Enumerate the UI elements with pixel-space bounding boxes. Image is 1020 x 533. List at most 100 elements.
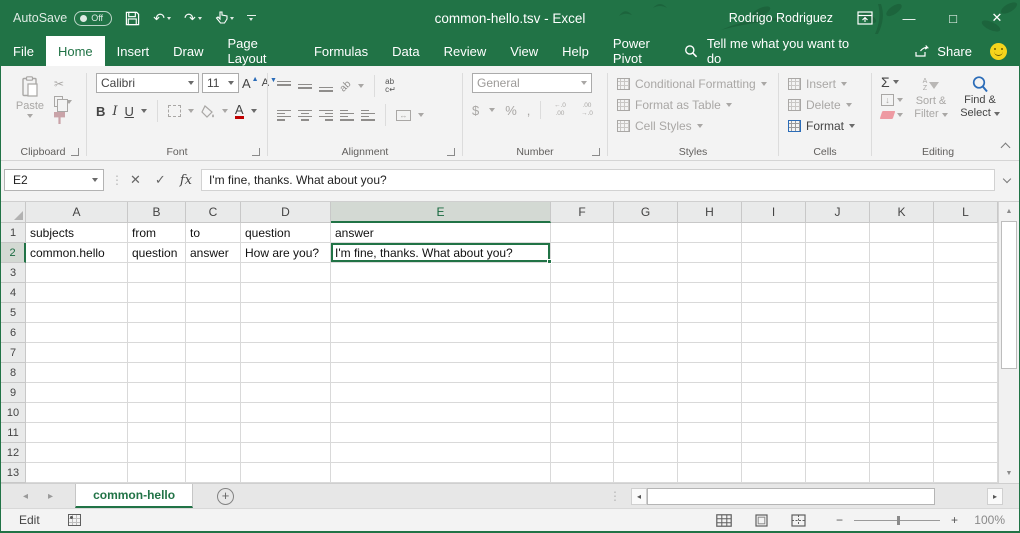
sort-filter-button[interactable]: AZ Sort & Filter: [910, 75, 952, 143]
cell-A11[interactable]: [26, 423, 128, 443]
cell-J5[interactable]: [806, 303, 870, 323]
cell-D4[interactable]: [241, 283, 331, 303]
tab-help[interactable]: Help: [550, 36, 601, 66]
cell-K7[interactable]: [870, 343, 934, 363]
fill-color-dropdown-icon[interactable]: [222, 109, 228, 113]
orientation-dropdown-icon[interactable]: [358, 84, 364, 88]
cell-G7[interactable]: [614, 343, 678, 363]
accounting-format-button[interactable]: $: [472, 103, 479, 118]
cell-L5[interactable]: [934, 303, 998, 323]
cell-F11[interactable]: [551, 423, 614, 443]
formula-input[interactable]: I'm fine, thanks. What about you?: [201, 169, 995, 191]
share-button[interactable]: Share: [914, 36, 972, 66]
borders-dropdown-icon[interactable]: [188, 109, 194, 113]
cell-styles-button[interactable]: Cell Styles: [617, 117, 767, 135]
paste-dropdown-icon[interactable]: [27, 114, 33, 118]
cell-C13[interactable]: [186, 463, 241, 483]
comma-style-button[interactable]: ,: [527, 103, 531, 118]
cell-E2[interactable]: I'm fine, thanks. What about you?: [331, 243, 551, 263]
ribbon-display-options-button[interactable]: [857, 11, 873, 25]
row-header-8[interactable]: 8: [1, 363, 26, 383]
cell-L10[interactable]: [934, 403, 998, 423]
cell-E9[interactable]: [331, 383, 551, 403]
autosave-toggle[interactable]: AutoSave Off: [13, 11, 112, 26]
cell-G4[interactable]: [614, 283, 678, 303]
increase-font-size-button[interactable]: A▲: [242, 76, 259, 91]
cell-L2[interactable]: [934, 243, 998, 263]
zoom-out-button[interactable]: −: [836, 513, 843, 527]
cell-I6[interactable]: [742, 323, 806, 343]
cell-K5[interactable]: [870, 303, 934, 323]
cell-F5[interactable]: [551, 303, 614, 323]
paste-button[interactable]: Paste: [9, 73, 51, 143]
col-header-I[interactable]: I: [742, 202, 806, 223]
cell-A7[interactable]: [26, 343, 128, 363]
cell-C6[interactable]: [186, 323, 241, 343]
page-break-preview-button-icon[interactable]: [791, 514, 806, 527]
cell-L13[interactable]: [934, 463, 998, 483]
cell-A6[interactable]: [26, 323, 128, 343]
clipboard-dialog-launcher[interactable]: [71, 148, 79, 156]
cell-D5[interactable]: [241, 303, 331, 323]
cell-L8[interactable]: [934, 363, 998, 383]
row-header-11[interactable]: 11: [1, 423, 26, 443]
collapse-ribbon-icon[interactable]: [1001, 143, 1011, 153]
row-header-3[interactable]: 3: [1, 263, 26, 283]
cell-I3[interactable]: [742, 263, 806, 283]
cell-D12[interactable]: [241, 443, 331, 463]
cell-L11[interactable]: [934, 423, 998, 443]
format-painter-button[interactable]: [54, 112, 72, 124]
cell-F2[interactable]: [551, 243, 614, 263]
cell-E13[interactable]: [331, 463, 551, 483]
cell-C11[interactable]: [186, 423, 241, 443]
italic-button[interactable]: I: [112, 104, 117, 119]
cell-H11[interactable]: [678, 423, 742, 443]
cell-A9[interactable]: [26, 383, 128, 403]
cell-A5[interactable]: [26, 303, 128, 323]
tab-file[interactable]: File: [1, 36, 46, 66]
font-size-dropdown-icon[interactable]: [228, 81, 234, 85]
font-color-button[interactable]: A: [235, 103, 244, 119]
col-header-E[interactable]: E: [331, 202, 551, 223]
cell-C7[interactable]: [186, 343, 241, 363]
cell-H8[interactable]: [678, 363, 742, 383]
cell-F7[interactable]: [551, 343, 614, 363]
cell-K6[interactable]: [870, 323, 934, 343]
cell-B9[interactable]: [128, 383, 186, 403]
align-left-button[interactable]: [277, 110, 291, 121]
cell-A8[interactable]: [26, 363, 128, 383]
zoom-in-button[interactable]: +: [951, 513, 958, 527]
vertical-scroll-thumb[interactable]: [1001, 221, 1017, 369]
cell-G8[interactable]: [614, 363, 678, 383]
cell-F4[interactable]: [551, 283, 614, 303]
cell-J12[interactable]: [806, 443, 870, 463]
cell-E11[interactable]: [331, 423, 551, 443]
cell-A10[interactable]: [26, 403, 128, 423]
tell-me-box[interactable]: Tell me what you want to do: [684, 36, 862, 66]
scroll-right-icon[interactable]: ▸: [987, 488, 1003, 505]
merge-center-button[interactable]: ↔: [396, 110, 411, 121]
row-header-1[interactable]: 1: [1, 223, 26, 243]
font-name-dropdown-icon[interactable]: [188, 81, 194, 85]
cell-C5[interactable]: [186, 303, 241, 323]
normal-view-button-icon[interactable]: [716, 514, 732, 527]
scroll-up-icon[interactable]: ▲: [999, 202, 1019, 221]
previous-sheet-icon[interactable]: ◂: [23, 491, 28, 502]
format-cells-button[interactable]: Format: [788, 117, 855, 135]
customize-qat-button[interactable]: [247, 15, 256, 21]
find-select-button[interactable]: Find & Select: [959, 75, 1001, 143]
expand-formula-bar-button[interactable]: [995, 179, 1019, 182]
row-header-4[interactable]: 4: [1, 283, 26, 303]
cell-G11[interactable]: [614, 423, 678, 443]
macro-recording-button-icon[interactable]: [68, 514, 81, 526]
insert-function-button[interactable]: fx: [180, 173, 192, 188]
col-header-A[interactable]: A: [26, 202, 128, 223]
cell-E8[interactable]: [331, 363, 551, 383]
col-header-J[interactable]: J: [806, 202, 870, 223]
cell-J3[interactable]: [806, 263, 870, 283]
cell-G12[interactable]: [614, 443, 678, 463]
fill-button[interactable]: ↓: [881, 94, 903, 106]
tab-power-pivot[interactable]: Power Pivot: [601, 36, 684, 66]
col-header-D[interactable]: D: [241, 202, 331, 223]
cell-H3[interactable]: [678, 263, 742, 283]
